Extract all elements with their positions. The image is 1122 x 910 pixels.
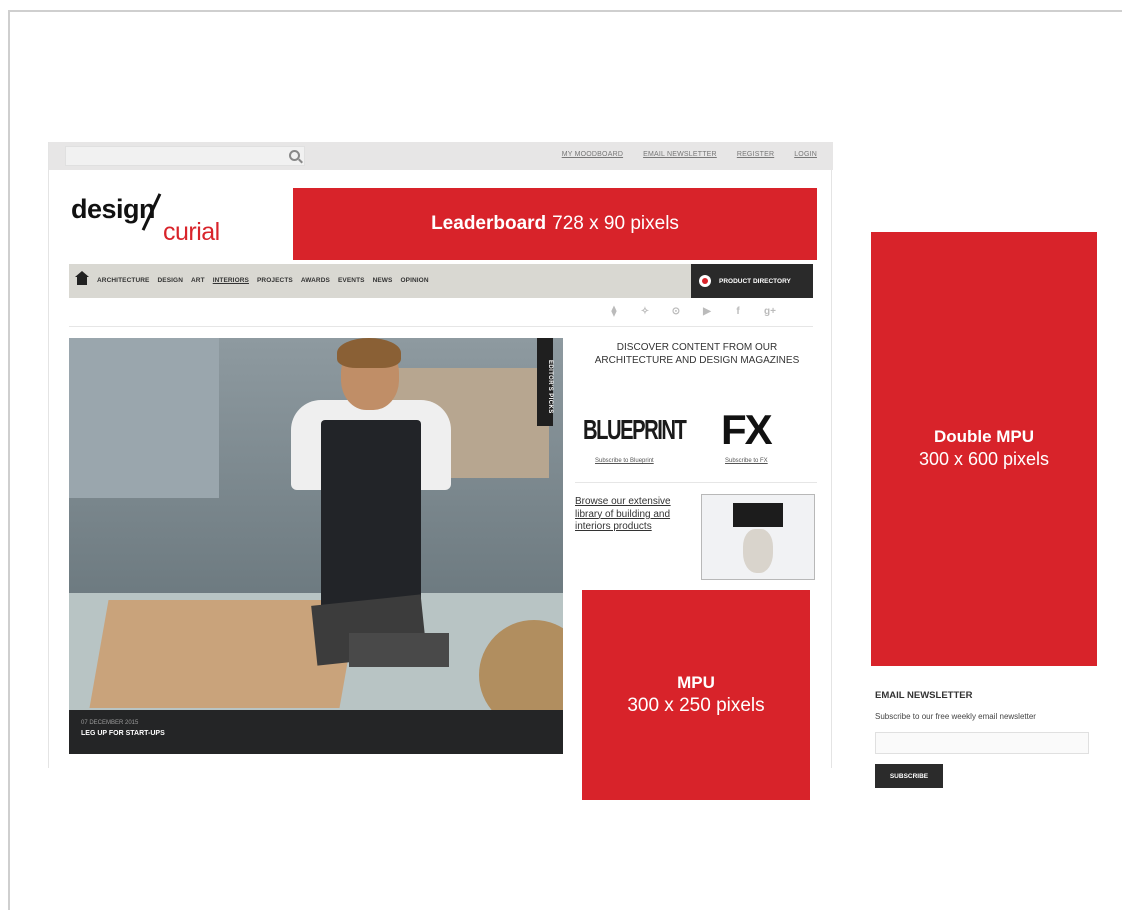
nav-item-interiors[interactable]: INTERIORS — [213, 277, 249, 284]
browse-products-link[interactable]: Browse our extensive library of building… — [575, 496, 695, 534]
photo-hair — [337, 338, 401, 368]
mpu-size: 300 x 250 pixels — [627, 694, 765, 716]
product-directory-button[interactable]: PRODUCT DIRECTORY — [691, 264, 813, 298]
photo-person — [281, 338, 461, 610]
email-newsletter-link[interactable]: EMAIL NEWSLETTER — [643, 151, 717, 158]
lamp-shade — [733, 503, 783, 527]
nav-item-art[interactable]: ART — [191, 277, 205, 284]
newsletter-title: EMAIL NEWSLETTER — [875, 690, 973, 701]
google-plus-icon[interactable]: g+ — [764, 306, 776, 317]
leaderboard-ad[interactable]: Leaderboard 728 x 90 pixels — [293, 188, 817, 260]
logo-part-curial: curial — [163, 218, 220, 246]
home-icon[interactable] — [75, 271, 89, 285]
top-links: MY MOODBOARD EMAIL NEWSLETTER REGISTER L… — [562, 151, 817, 158]
main-nav: ARCHITECTURE DESIGN ART INTERIORS PROJEC… — [69, 264, 813, 298]
blueprint-logo[interactable]: BLUEPRINT — [583, 414, 687, 446]
logo-part-design: design — [71, 194, 156, 224]
nav-item-design[interactable]: DESIGN — [157, 277, 183, 284]
subscribe-blueprint-link[interactable]: Subscribe to Blueprint — [595, 458, 654, 464]
hero-caption: 07 DECEMBER 2015 LEG UP FOR START-UPS — [69, 710, 563, 754]
discover-heading: DISCOVER CONTENT FROM OUR ARCHITECTURE A… — [594, 342, 800, 366]
nav-item-awards[interactable]: AWARDS — [301, 277, 330, 284]
rss-icon[interactable]: ⧫ — [609, 306, 619, 317]
hero-title[interactable]: LEG UP FOR START-UPS — [81, 730, 551, 737]
product-lamp-image[interactable] — [701, 494, 815, 580]
double-mpu-size: 300 x 600 pixels — [918, 449, 1050, 470]
divider — [575, 482, 817, 483]
search-icon[interactable] — [289, 150, 300, 161]
nav-item-events[interactable]: EVENTS — [338, 277, 365, 284]
login-link[interactable]: LOGIN — [794, 151, 817, 158]
register-link[interactable]: REGISTER — [737, 151, 774, 158]
hero-date: 07 DECEMBER 2015 — [81, 720, 139, 726]
search-input[interactable] — [66, 147, 276, 165]
photo-wall-panel — [69, 338, 219, 498]
leaderboard-size: 728 x 90 pixels — [552, 213, 679, 234]
hero-feature[interactable]: EDITOR'S PICKS 07 DECEMBER 2015 LEG UP F… — [69, 338, 563, 754]
mpu-title: MPU — [677, 672, 715, 692]
fx-logo[interactable]: FX — [721, 406, 773, 454]
search-box[interactable] — [65, 146, 305, 166]
twitter-icon[interactable]: ✧ — [640, 306, 650, 317]
leaderboard-title: Leaderboard — [431, 213, 547, 234]
product-directory-icon — [699, 275, 711, 287]
double-mpu-ad[interactable]: Double MPU 300 x 600 pixels — [871, 232, 1097, 666]
subscribe-button[interactable]: SUBSCRIBE — [875, 764, 943, 788]
photo-apron — [321, 420, 421, 610]
top-bar: MY MOODBOARD EMAIL NEWSLETTER REGISTER L… — [49, 142, 833, 170]
social-icons: ⧫ ✧ ⊙ ▶ f g+ — [609, 306, 776, 317]
lamp-base — [743, 529, 773, 573]
newsletter-email-input[interactable] — [875, 732, 1089, 754]
my-moodboard-link[interactable]: MY MOODBOARD — [562, 151, 623, 158]
nav-item-news[interactable]: NEWS — [373, 277, 393, 284]
nav-items: ARCHITECTURE DESIGN ART INTERIORS PROJEC… — [97, 277, 429, 284]
youtube-icon[interactable]: ▶ — [702, 306, 712, 317]
photo-fabric-2 — [349, 633, 449, 667]
nav-item-projects[interactable]: PROJECTS — [257, 277, 293, 284]
divider — [69, 326, 813, 327]
product-directory-label: PRODUCT DIRECTORY — [719, 277, 791, 285]
mpu-ad[interactable]: MPU 300 x 250 pixels — [582, 590, 810, 800]
nav-item-architecture[interactable]: ARCHITECTURE — [97, 277, 149, 284]
facebook-icon[interactable]: f — [733, 306, 743, 317]
newsletter-description: Subscribe to our free weekly email newsl… — [875, 712, 1036, 721]
pinterest-icon[interactable]: ⊙ — [671, 306, 681, 317]
nav-item-opinion[interactable]: OPINION — [400, 277, 428, 284]
editors-picks-badge: EDITOR'S PICKS — [537, 338, 553, 426]
double-mpu-title: Double MPU — [933, 427, 1035, 447]
designcurial-logo[interactable]: design curial — [71, 193, 231, 254]
subscribe-fx-link[interactable]: Subscribe to FX — [725, 458, 768, 464]
